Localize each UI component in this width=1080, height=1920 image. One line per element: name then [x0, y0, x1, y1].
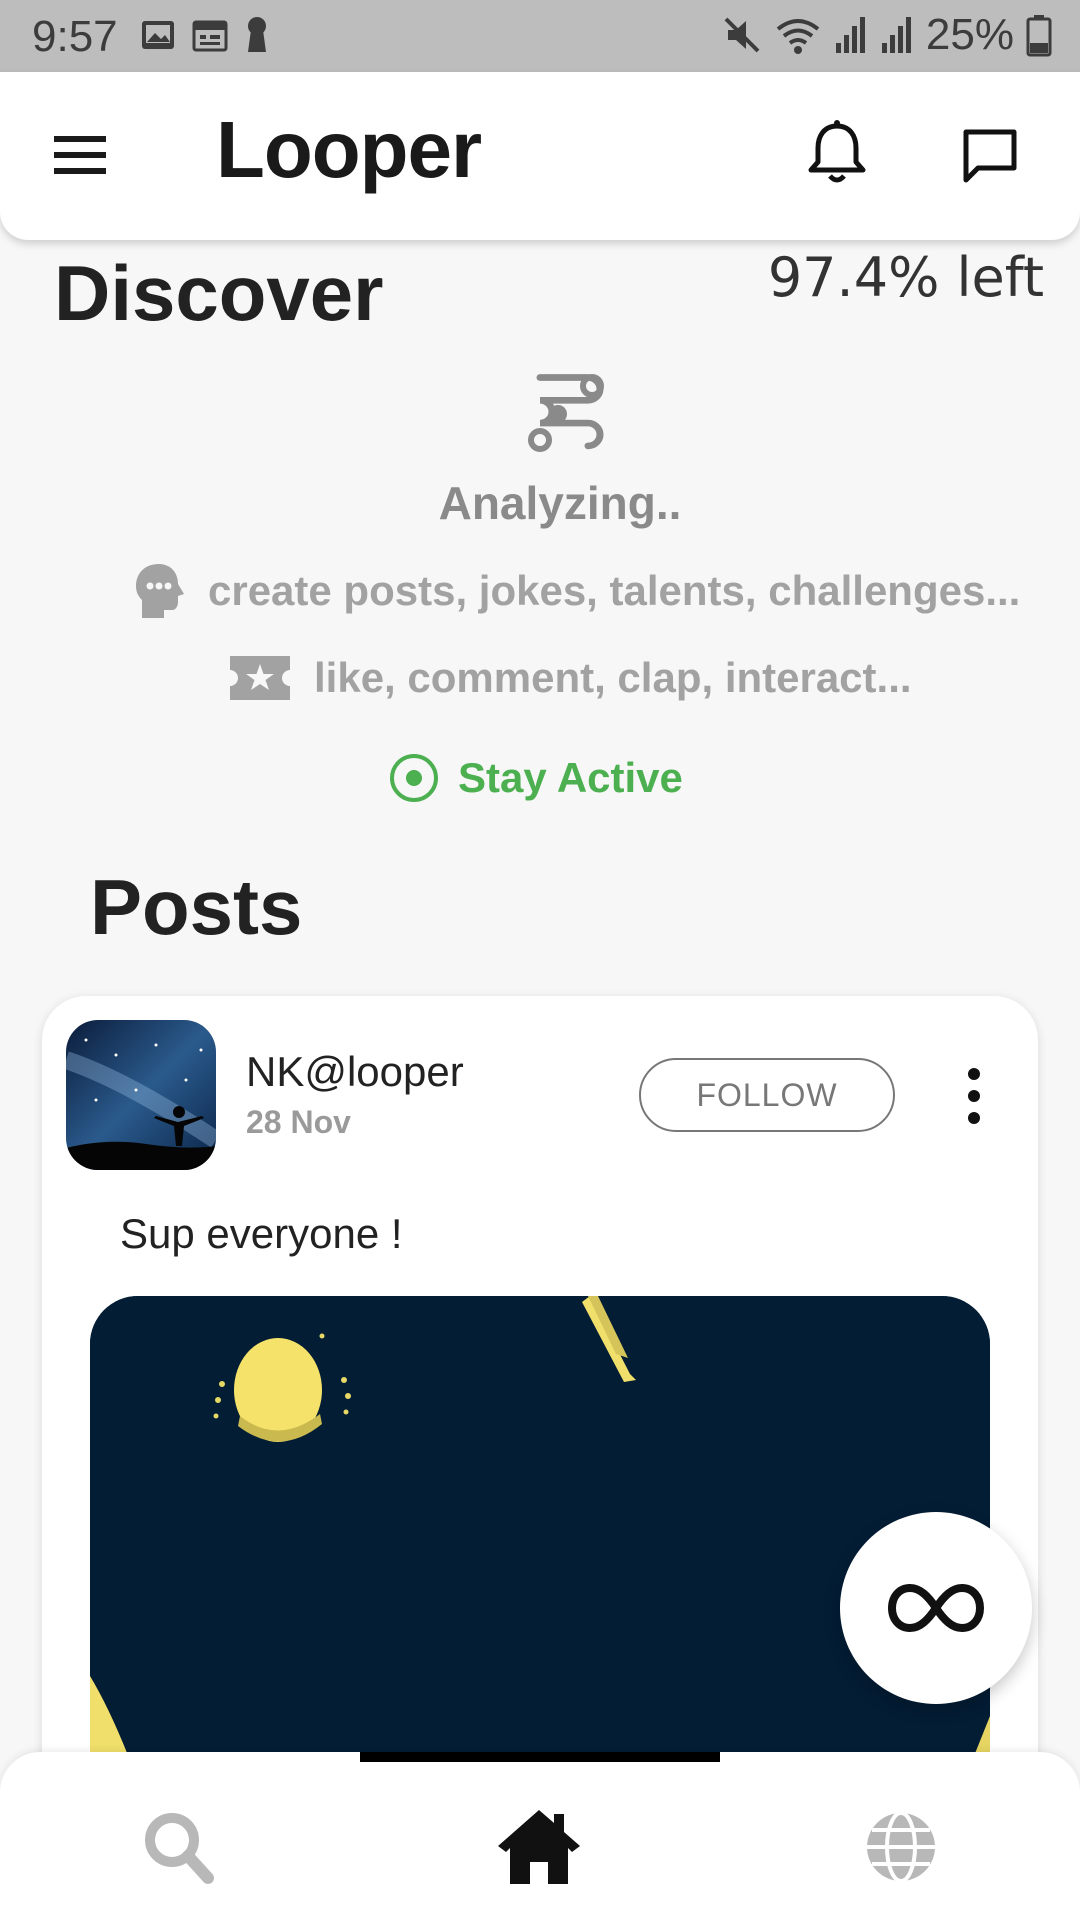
status-bar: 9:57 25% — [0, 0, 1080, 72]
messages-button[interactable] — [960, 126, 1026, 188]
status-right: 25% — [722, 10, 1052, 60]
tip-create-text: create posts, jokes, talents, challenges… — [208, 567, 1021, 614]
speaking-head-icon — [136, 564, 184, 618]
tip-interact: like, comment, clap, interact... — [228, 652, 912, 704]
chat-icon — [963, 129, 1017, 183]
notifications-button[interactable] — [806, 118, 876, 192]
status-left-icons — [140, 16, 270, 54]
discover-title: Discover — [54, 249, 384, 337]
mute-icon — [724, 17, 760, 53]
tip-create: create posts, jokes, talents, challenges… — [132, 562, 1020, 620]
menu-icon — [54, 136, 106, 174]
nav-globe[interactable] — [856, 1806, 946, 1888]
stay-active: Stay Active — [388, 752, 683, 804]
avatar[interactable] — [66, 1020, 216, 1170]
app-bar: Looper — [0, 72, 1080, 240]
post-username[interactable]: NK@looper — [246, 1048, 464, 1096]
signal-icon — [835, 17, 865, 53]
remaining-indicator: 97.4% left — [767, 246, 1044, 309]
globe-icon — [867, 1811, 935, 1883]
menu-button[interactable] — [50, 132, 120, 182]
avatar-image — [66, 1020, 216, 1170]
image-icon — [142, 21, 174, 49]
post-text: Sup everyone ! — [120, 1210, 403, 1257]
more-vert-icon — [968, 1068, 980, 1124]
star-ticket-icon — [230, 656, 290, 700]
post-date: 28 Nov — [246, 1104, 351, 1140]
battery-icon — [1026, 15, 1052, 57]
bottom-nav — [0, 1752, 1080, 1920]
tip-interact-text: like, comment, clap, interact... — [314, 654, 912, 701]
infinity-icon — [888, 1583, 984, 1633]
post-image[interactable] — [90, 1296, 990, 1796]
signal-icon — [881, 17, 911, 53]
search-icon — [145, 1813, 214, 1884]
follow-button[interactable]: FOLLOW — [639, 1058, 895, 1132]
calendar-icon — [192, 20, 228, 52]
home-icon — [498, 1810, 580, 1884]
battery-percent: 25% — [925, 10, 1014, 59]
status-time: 9:57 — [32, 12, 118, 61]
sliders-icon — [528, 374, 604, 452]
posts-title: Posts — [90, 863, 303, 951]
analyzing-status: Analyzing.. — [438, 477, 682, 529]
nav-home[interactable] — [494, 1806, 584, 1888]
wifi-icon — [776, 19, 820, 54]
stay-active-label: Stay Active — [458, 754, 683, 801]
loop-fab[interactable] — [840, 1512, 1032, 1704]
nav-search[interactable] — [136, 1806, 226, 1888]
app-logo: Looper — [216, 105, 482, 194]
post-illustration — [90, 1296, 990, 1796]
bell-icon — [808, 120, 866, 183]
radio-target-icon — [390, 754, 438, 802]
post-options-button[interactable] — [954, 1064, 994, 1128]
keyhole-icon — [248, 17, 266, 52]
active-tab-indicator — [360, 1752, 720, 1762]
